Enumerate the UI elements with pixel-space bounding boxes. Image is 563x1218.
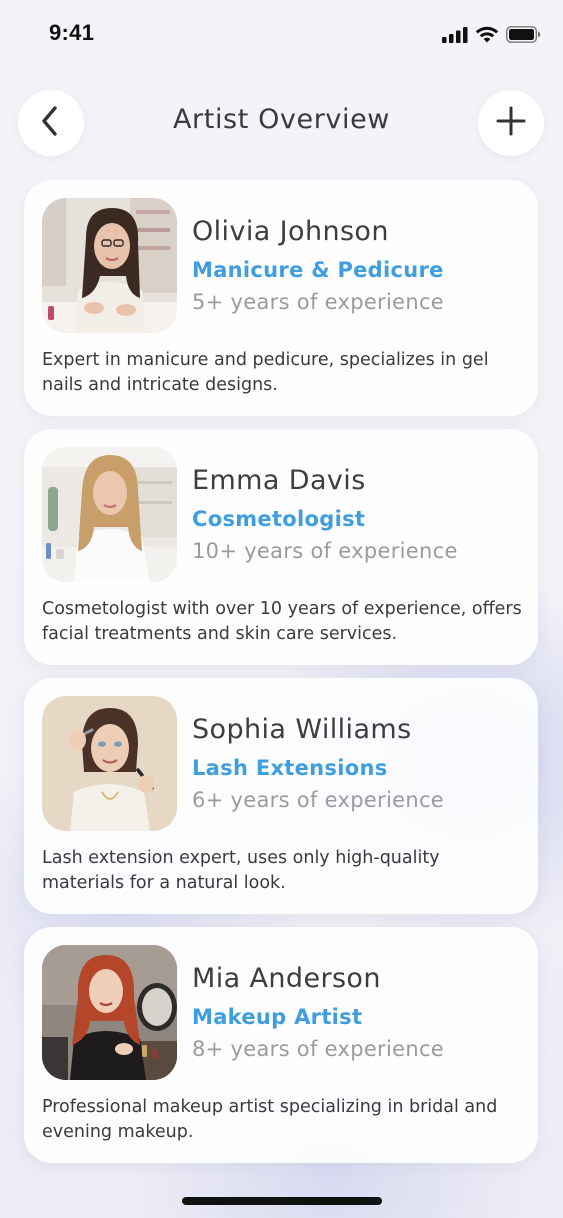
artist-photo (42, 198, 177, 333)
home-indicator[interactable] (182, 1197, 382, 1205)
artist-card[interactable]: Mia Anderson Makeup Artist 8+ years of e… (24, 927, 538, 1163)
status-icons (442, 26, 541, 47)
artist-specialty: Manicure & Pedicure (192, 258, 444, 282)
artist-specialty: Makeup Artist (192, 1005, 363, 1029)
artist-name: Sophia Williams (192, 714, 412, 745)
artist-photo (42, 696, 177, 831)
artist-name: Emma Davis (192, 465, 366, 496)
artist-photo (42, 945, 177, 1080)
artist-card[interactable]: Sophia Williams Lash Extensions 6+ years… (24, 678, 538, 914)
artist-name: Mia Anderson (192, 963, 381, 994)
wifi-icon (475, 26, 499, 47)
artist-photo (42, 447, 177, 582)
artist-name: Olivia Johnson (192, 216, 389, 247)
battery-icon (506, 26, 541, 47)
artist-experience: 10+ years of experience (192, 539, 458, 563)
artist-card[interactable]: Emma Davis Cosmetologist 10+ years of ex… (24, 429, 538, 665)
artist-specialty: Lash Extensions (192, 756, 388, 780)
add-artist-button[interactable] (478, 90, 544, 156)
plus-icon (495, 105, 527, 141)
artist-experience: 8+ years of experience (192, 1037, 445, 1061)
status-time: 9:41 (49, 20, 95, 45)
artist-experience: 5+ years of experience (192, 290, 445, 314)
artist-specialty: Cosmetologist (192, 507, 366, 531)
artist-description: Lash extension expert, uses only high-qu… (42, 848, 440, 893)
cellular-signal-icon (442, 26, 468, 47)
status-bar: 9:41 (0, 0, 563, 70)
artist-card[interactable]: Olivia Johnson Manicure & Pedicure 5+ ye… (24, 180, 538, 416)
artist-description: Expert in manicure and pedicure, special… (42, 350, 489, 395)
artist-description: Cosmetologist with over 10 years of expe… (42, 599, 522, 644)
artist-description: Professional makeup artist specializing … (42, 1097, 498, 1142)
artist-experience: 6+ years of experience (192, 788, 445, 812)
